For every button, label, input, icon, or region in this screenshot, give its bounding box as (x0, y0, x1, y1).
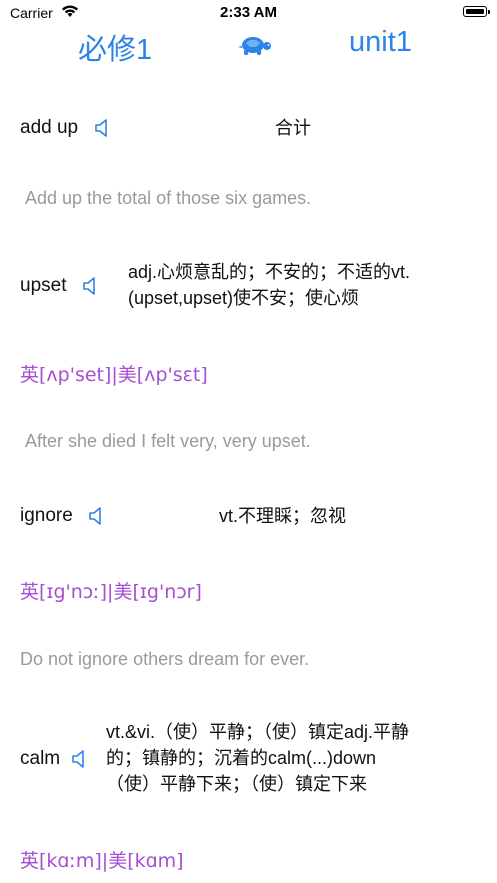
meaning-text: vt.不理睬；忽视 (219, 506, 347, 526)
example-sentence: Do not ignore others dream for ever. (20, 649, 310, 669)
phonetic-text: 英[kɑːm]|美[kɑm] (20, 850, 184, 872)
battery-icon (463, 6, 490, 17)
speaker-icon[interactable] (95, 118, 111, 143)
book-title-button[interactable]: 必修1 (78, 26, 152, 68)
meaning-text: adj.心烦意乱的；不安的；不适的vt. (upset,upset)使不安；使心… (128, 259, 410, 311)
turtle-icon[interactable] (236, 34, 272, 61)
clock: 2:33 AM (220, 4, 277, 21)
speaker-icon[interactable] (72, 749, 88, 774)
speaker-icon[interactable] (89, 506, 105, 531)
word-label: add up (20, 117, 79, 138)
phonetic-text: 英[ɪg'nɔː]|美[ɪg'nɔr] (20, 581, 202, 603)
meaning-text: vt.&vi.（使）平静；（使）镇定adj.平静 的；镇静的；沉着的calm(.… (106, 719, 409, 797)
example-sentence: After she died I felt very, very upset. (25, 431, 311, 451)
status-bar: Carrier 2:33 AM (0, 0, 497, 26)
meaning-line: 的；镇静的；沉着的calm(...)down (106, 748, 377, 768)
word-label: ignore (20, 505, 73, 526)
unit-title-button[interactable]: unit1 (349, 26, 412, 59)
meaning-text: 合计 (275, 118, 311, 138)
word-label: calm (20, 748, 61, 769)
phonetic-text: 英[ʌp'set]|美[ʌp'sɛt] (20, 364, 208, 386)
speaker-icon[interactable] (83, 276, 99, 301)
example-sentence: Add up the total of those six games. (25, 188, 312, 208)
meaning-line: vt.&vi.（使）平静；（使）镇定adj.平静 (106, 722, 410, 742)
word-label: upset (20, 275, 67, 296)
meaning-line: adj.心烦意乱的；不安的；不适的vt. (128, 262, 411, 282)
meaning-line: (upset,upset)使不安；使心烦 (128, 288, 360, 308)
meaning-line: （使）平静下来；（使）镇定下来 (106, 774, 367, 794)
nav-bar: 必修1 unit1 (0, 26, 497, 66)
